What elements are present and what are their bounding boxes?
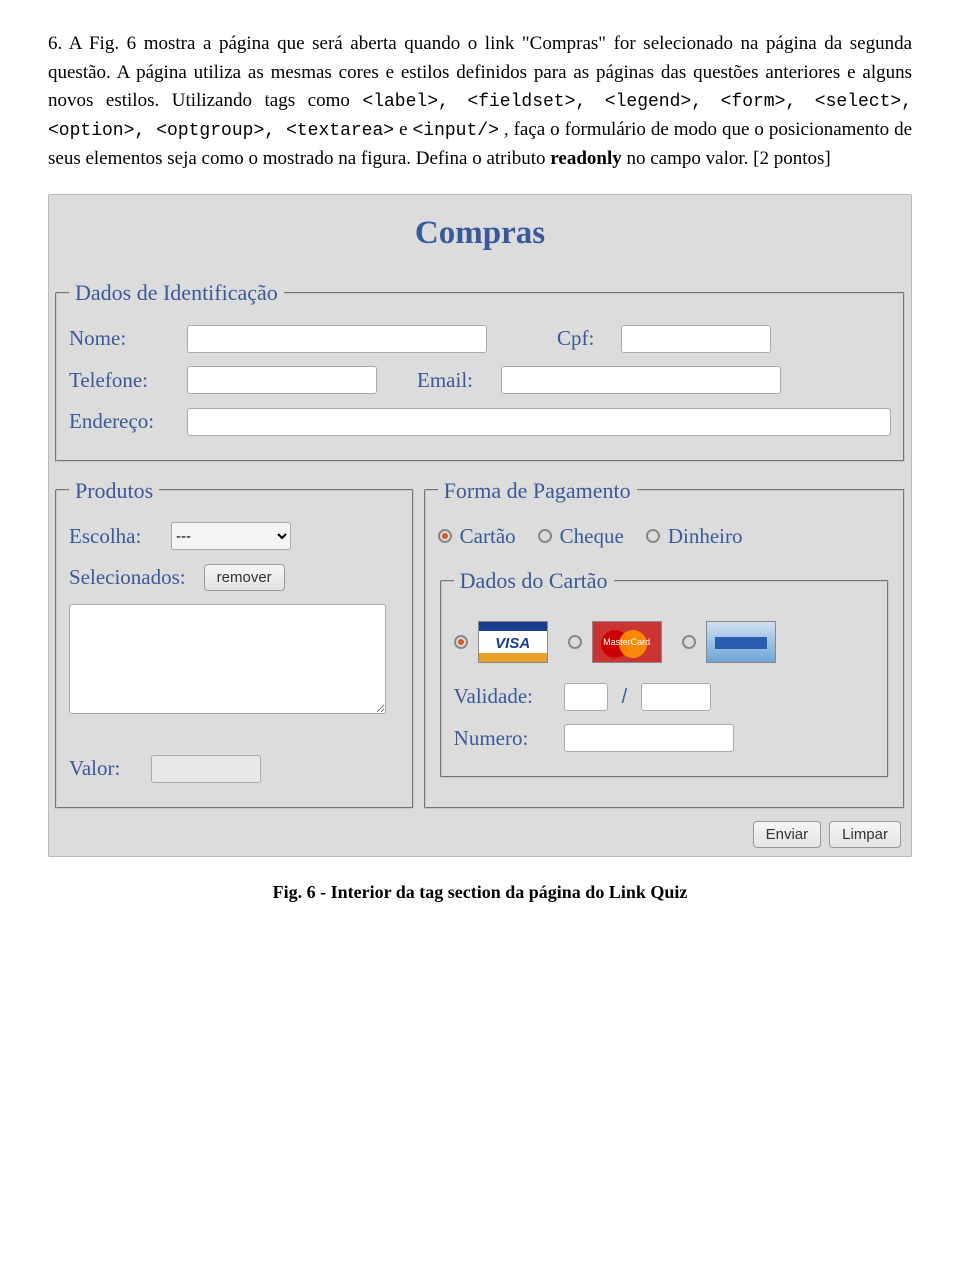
fieldset-dados-cartao: Dados do Cartão MasterCard Validade: / [440,564,889,778]
code-input-tag: <input/> [412,121,498,141]
paragraph-mid: e [399,119,412,140]
label-endereco: Endereço: [69,406,177,438]
legend-produtos: Produtos [69,474,159,507]
form-title: Compras [53,209,907,259]
label-cpf: Cpf: [557,323,611,355]
label-escolha: Escolha: [69,521,161,553]
input-cpf[interactable] [621,325,771,353]
validade-slash: / [622,682,628,712]
radio-cartao[interactable] [438,529,452,543]
input-telefone[interactable] [187,366,377,394]
input-endereco[interactable] [187,408,891,436]
visa-logo-icon [478,621,548,663]
readonly-word: readonly [550,148,621,169]
button-limpar[interactable]: Limpar [829,821,901,848]
amex-logo-icon [706,621,776,663]
button-remover[interactable]: remover [204,564,285,591]
legend-dados-cartao: Dados do Cartão [454,564,614,597]
label-radio-cheque: Cheque [560,521,624,553]
radio-cheque[interactable] [538,529,552,543]
radio-dinheiro[interactable] [646,529,660,543]
label-radio-cartao: Cartão [460,521,516,553]
label-validade: Validade: [454,681,554,713]
input-valor[interactable] [151,755,261,783]
input-validade-mes[interactable] [564,683,608,711]
label-radio-dinheiro: Dinheiro [668,521,743,553]
button-enviar[interactable]: Enviar [753,821,822,848]
form-screenshot: Compras Dados de Identificação Nome: Cpf… [48,194,912,857]
legend-pagamento: Forma de Pagamento [438,474,637,507]
legend-identificacao: Dados de Identificação [69,276,284,309]
select-escolha[interactable]: --- [171,522,291,550]
label-numero: Numero: [454,723,554,755]
fieldset-produtos: Produtos Escolha: --- Selecionados: remo… [55,474,414,809]
radio-visa[interactable] [454,635,468,649]
paragraph-tail2: no campo valor. [2 pontos] [627,148,831,169]
question-paragraph: 6. A Fig. 6 mostra a página que será abe… [48,30,912,174]
radio-amex[interactable] [682,635,696,649]
mastercard-logo-icon: MasterCard [592,621,662,663]
label-selecionados: Selecionados: [69,562,186,594]
label-telefone: Telefone: [69,365,177,397]
input-validade-ano[interactable] [641,683,711,711]
fieldset-pagamento: Forma de Pagamento Cartão Cheque Dinheir… [424,474,905,809]
fieldset-identificacao: Dados de Identificação Nome: Cpf: Telefo… [55,276,905,462]
label-nome: Nome: [69,323,177,355]
figure-caption: Fig. 6 - Interior da tag section da pági… [48,879,912,906]
input-numero[interactable] [564,724,734,752]
label-email: Email: [417,365,491,397]
textarea-selecionados[interactable] [69,604,386,714]
input-nome[interactable] [187,325,487,353]
label-valor: Valor: [69,753,141,785]
input-email[interactable] [501,366,781,394]
radio-mastercard[interactable] [568,635,582,649]
